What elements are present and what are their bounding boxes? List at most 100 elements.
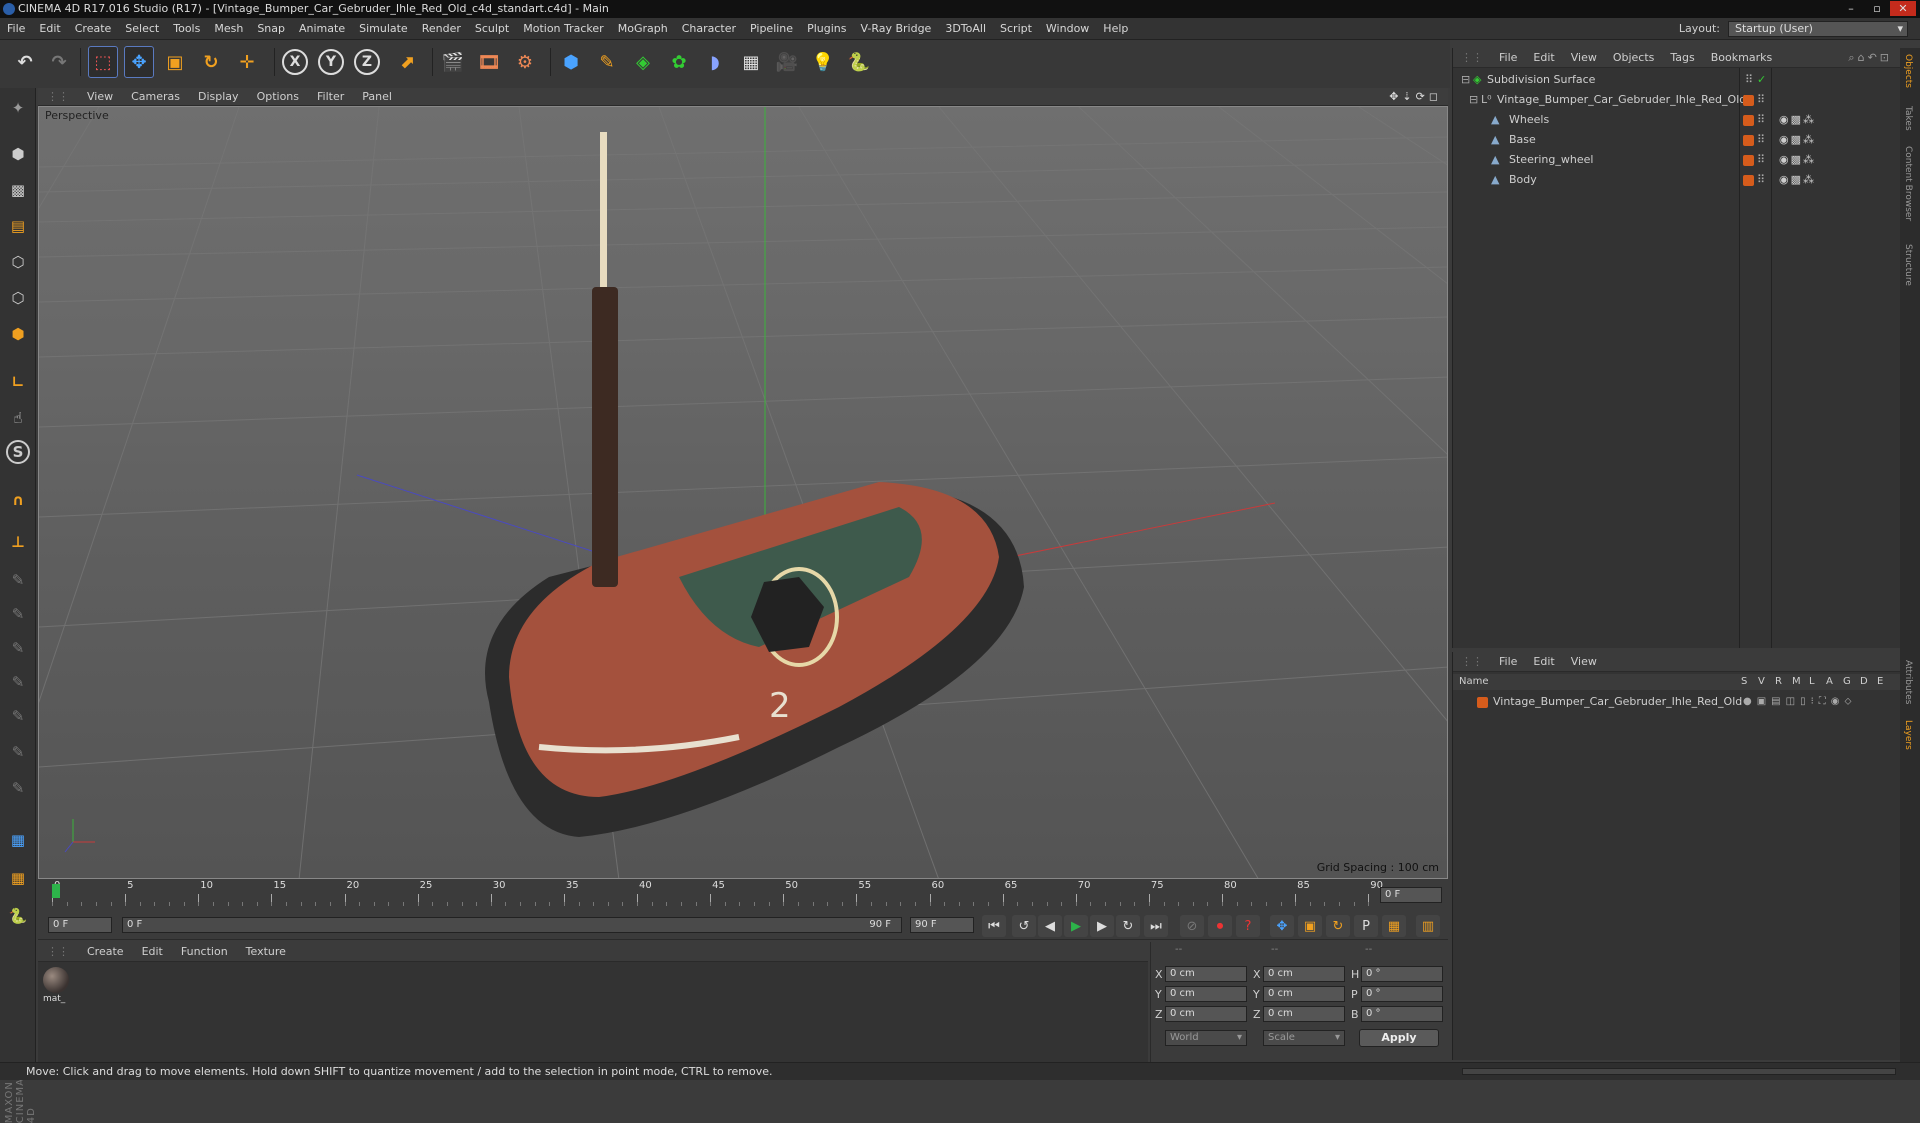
- maximize-button[interactable]: ▫: [1864, 1, 1890, 16]
- motion-record-icon[interactable]: ⊘: [1180, 915, 1204, 937]
- light-bulb-icon[interactable]: 💡: [808, 46, 838, 78]
- tab-structure[interactable]: Structure: [1903, 244, 1913, 286]
- previous-frame-icon[interactable]: ◀: [1038, 915, 1062, 937]
- menu-character[interactable]: Character: [675, 18, 743, 40]
- visibility-dots[interactable]: ⠿: [1757, 150, 1765, 170]
- visibility-dots[interactable]: ⠿: [1757, 130, 1765, 150]
- brush-icon-6[interactable]: ✎: [4, 738, 32, 766]
- rotation-h-field[interactable]: 0 °: [1361, 966, 1443, 982]
- menu-edit[interactable]: Edit: [32, 18, 67, 40]
- previous-key-icon[interactable]: ↺: [1012, 915, 1036, 937]
- layer-flag-icons[interactable]: ●▣▤◫▯⁝⛶◉⬦: [1743, 692, 1856, 712]
- layer-menu-view[interactable]: View: [1563, 652, 1605, 672]
- scale-tool-icon[interactable]: ▣: [160, 46, 190, 78]
- object-row-subdivision-surface[interactable]: ⊟ ◈ Subdivision Surface ⠿ ✓: [1453, 70, 1901, 90]
- polygons-mode-icon[interactable]: ⬢: [4, 320, 32, 348]
- frame-range-slider[interactable]: 0 F 90 F: [122, 917, 902, 933]
- 3d-viewport[interactable]: 2 Perspective Grid Spacing : 100 cm: [38, 106, 1448, 879]
- brush-icon-2[interactable]: ✎: [4, 600, 32, 628]
- quantize-icon[interactable]: ⊥: [4, 528, 32, 556]
- collapse-icon[interactable]: ⊟: [1469, 90, 1478, 110]
- play-icon[interactable]: ▶: [1064, 915, 1088, 937]
- menu-create[interactable]: Create: [68, 18, 119, 40]
- object-menu-file[interactable]: File: [1491, 48, 1525, 68]
- key-param-icon[interactable]: P: [1354, 915, 1378, 937]
- layer-menu-file[interactable]: File: [1491, 652, 1525, 672]
- size-mode-dropdown[interactable]: Scale ▾: [1263, 1030, 1345, 1046]
- recent-tool-icon[interactable]: ✛: [232, 46, 262, 78]
- object-menu-objects[interactable]: Objects: [1605, 48, 1663, 68]
- material-menu-edit[interactable]: Edit: [133, 942, 172, 962]
- apply-button[interactable]: Apply: [1359, 1029, 1439, 1047]
- viewport-menu-cameras[interactable]: Cameras: [122, 88, 189, 106]
- menu-file[interactable]: File: [0, 18, 32, 40]
- goto-start-icon[interactable]: ⏮: [982, 915, 1006, 937]
- menu-snap[interactable]: Snap: [250, 18, 292, 40]
- tab-content-browser[interactable]: Content Browser: [1903, 146, 1913, 221]
- object-row-steering-wheel[interactable]: ▲ Steering_wheel ⠿ ◉▩⁂: [1453, 150, 1901, 170]
- coordinate-mode-dropdown[interactable]: World ▾: [1165, 1030, 1247, 1046]
- object-row-body[interactable]: ▲ Body ⠿ ◉▩⁂: [1453, 170, 1901, 190]
- rotate-tool-icon[interactable]: ↻: [196, 46, 226, 78]
- position-z-field[interactable]: 0 cm: [1165, 1006, 1247, 1022]
- object-menu-bookmarks[interactable]: Bookmarks: [1703, 48, 1780, 68]
- menu-window[interactable]: Window: [1039, 18, 1096, 40]
- move-tool-icon[interactable]: ✥: [124, 46, 154, 78]
- menu-render[interactable]: Render: [415, 18, 468, 40]
- workplane-lock-icon[interactable]: ▦: [4, 864, 32, 892]
- material-tags-icons[interactable]: ◉▩⁂: [1779, 110, 1816, 130]
- make-editable-icon[interactable]: ✦: [4, 94, 32, 122]
- menu-simulate[interactable]: Simulate: [352, 18, 415, 40]
- menu-motion-tracker[interactable]: Motion Tracker: [516, 18, 610, 40]
- next-key-icon[interactable]: ↻: [1116, 915, 1140, 937]
- material-tags-icons[interactable]: ◉▩⁂: [1779, 130, 1816, 150]
- coordinate-system-icon[interactable]: ⬈: [392, 46, 422, 78]
- key-position-icon[interactable]: ✥: [1270, 915, 1294, 937]
- object-menu-tags[interactable]: Tags: [1662, 48, 1702, 68]
- close-button[interactable]: ✕: [1890, 1, 1916, 16]
- key-rotation-icon[interactable]: ↻: [1326, 915, 1350, 937]
- spline-pen-icon[interactable]: ✎: [592, 46, 622, 78]
- layer-color-icon[interactable]: [1743, 95, 1754, 106]
- menu-select[interactable]: Select: [118, 18, 166, 40]
- menu-3dtoall[interactable]: 3DToAll: [938, 18, 993, 40]
- material-tags-icons[interactable]: ◉▩⁂: [1779, 150, 1816, 170]
- tab-objects[interactable]: Objects: [1903, 54, 1913, 88]
- tab-layers[interactable]: Layers: [1903, 720, 1913, 750]
- visibility-dots[interactable]: ⠿: [1757, 90, 1765, 110]
- object-row-base[interactable]: ▲ Base ⠿ ◉▩⁂: [1453, 130, 1901, 150]
- playhead-marker[interactable]: [52, 884, 60, 898]
- brush-icon-7[interactable]: ✎: [4, 774, 32, 802]
- size-y-field[interactable]: 0 cm: [1263, 986, 1345, 1002]
- object-row-bumper-car[interactable]: ⊟ L⁰ Vintage_Bumper_Car_Gebruder_Ihle_Re…: [1453, 90, 1901, 110]
- cube-primitive-icon[interactable]: ⬢: [556, 46, 586, 78]
- horizontal-scrollbar[interactable]: [1462, 1068, 1896, 1075]
- edges-mode-icon[interactable]: ⬡: [4, 284, 32, 312]
- autokey-icon[interactable]: ?: [1236, 915, 1260, 937]
- layer-color-icon[interactable]: [1477, 697, 1488, 708]
- object-menu-view[interactable]: View: [1563, 48, 1605, 68]
- timeline-ruler[interactable]: 051015202530354045505560657075808590 0 F: [38, 880, 1448, 910]
- menu-script[interactable]: Script: [993, 18, 1039, 40]
- size-z-field[interactable]: 0 cm: [1263, 1006, 1345, 1022]
- goto-end-icon[interactable]: ⏭: [1144, 915, 1168, 937]
- menu-mograph[interactable]: MoGraph: [611, 18, 675, 40]
- live-selection-icon[interactable]: ⬚: [88, 46, 118, 78]
- viewport-menu-filter[interactable]: Filter: [308, 88, 353, 106]
- menu-mesh[interactable]: Mesh: [207, 18, 250, 40]
- visibility-dots[interactable]: ⠿: [1757, 170, 1765, 190]
- viewport-menu-view[interactable]: View: [78, 88, 122, 106]
- visibility-dots[interactable]: ⠿: [1757, 110, 1765, 130]
- brush-icon-5[interactable]: ✎: [4, 702, 32, 730]
- viewport-menu-display[interactable]: Display: [189, 88, 248, 106]
- render-view-icon[interactable]: 🎬: [438, 46, 468, 78]
- layer-color-icon[interactable]: [1743, 175, 1754, 186]
- render-settings-icon[interactable]: ⚙: [510, 46, 540, 78]
- subdivision-surface-icon[interactable]: ◈: [628, 46, 658, 78]
- collapse-icon[interactable]: ⊟: [1461, 70, 1470, 90]
- render-picture-viewer-icon[interactable]: 🎞: [474, 46, 504, 78]
- menu-animate[interactable]: Animate: [292, 18, 352, 40]
- viewport-menu-panel[interactable]: Panel: [353, 88, 401, 106]
- position-y-field[interactable]: 0 cm: [1165, 986, 1247, 1002]
- menu-plugins[interactable]: Plugins: [800, 18, 853, 40]
